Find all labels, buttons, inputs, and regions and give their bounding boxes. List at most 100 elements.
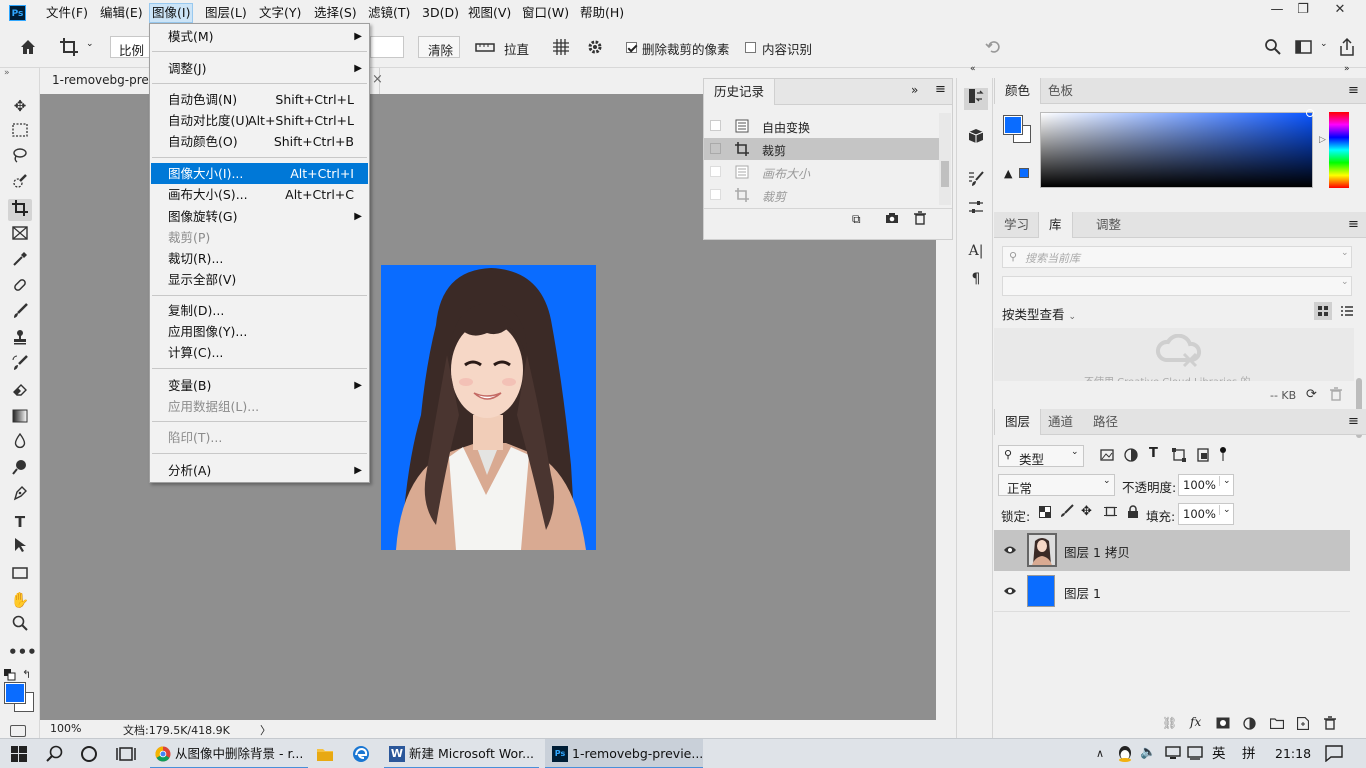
folder-icon[interactable]: [1269, 718, 1285, 732]
blend-mode-select[interactable]: 正常 ⌄: [998, 474, 1115, 496]
reset-icon[interactable]: [985, 38, 1003, 56]
collapse-icon[interactable]: »: [1344, 64, 1350, 74]
frame-tool-icon[interactable]: [8, 225, 32, 247]
taskbar-item-photoshop[interactable]: Ps 1-removebg-previe...: [545, 739, 703, 768]
quick-select-tool-icon[interactable]: [8, 173, 32, 195]
tab-channels[interactable]: 通道: [1038, 409, 1083, 435]
more-tools-icon[interactable]: •••: [8, 641, 37, 663]
menu-type[interactable]: 文字(Y): [257, 4, 303, 22]
layer-name[interactable]: 图层 1: [1064, 583, 1101, 602]
close-button[interactable]: ✕: [1325, 0, 1355, 22]
history-snapshot-checkbox[interactable]: [710, 166, 721, 177]
layer-mask-icon[interactable]: [1216, 717, 1230, 732]
menu-item-auto-color[interactable]: 自动颜色(O) Shift+Ctrl+B: [151, 131, 368, 152]
history-scrollbar[interactable]: [939, 113, 951, 205]
lock-position-icon[interactable]: ✥: [1081, 504, 1092, 519]
type-filter-icon[interactable]: T: [1149, 446, 1158, 461]
stamp-tool-icon[interactable]: [8, 329, 32, 351]
eye-icon[interactable]: [1003, 544, 1017, 558]
blur-tool-icon[interactable]: [8, 432, 32, 455]
taskbar-item-chrome[interactable]: 从图像中删除背景 - r...: [150, 739, 308, 768]
path-select-tool-icon[interactable]: [8, 537, 32, 559]
eyedropper-tool-icon[interactable]: [8, 251, 32, 273]
menu-layer[interactable]: 图层(L): [203, 4, 249, 22]
color-picker-marker[interactable]: [1306, 109, 1314, 117]
ime-mode-indicator[interactable]: 拼: [1242, 739, 1256, 768]
default-colors-icon[interactable]: [4, 669, 16, 681]
menu-3d[interactable]: 3D(D): [420, 4, 461, 22]
menu-item-duplicate[interactable]: 复制(D)...: [151, 300, 368, 321]
camera-icon[interactable]: [885, 212, 899, 227]
character-panel-icon[interactable]: A|: [964, 240, 988, 262]
library-search-input[interactable]: ⚲ 搜索当前库 ⌄: [1002, 246, 1352, 268]
crop-tool-preset-icon[interactable]: [58, 36, 80, 58]
panel-menu-icon[interactable]: ≡: [1348, 217, 1359, 232]
tab-adjustments[interactable]: 调整: [1086, 212, 1131, 238]
panel-menu-icon[interactable]: ≡: [1348, 83, 1359, 98]
swap-colors-icon[interactable]: ↰: [22, 668, 31, 681]
crop-tool-icon[interactable]: [8, 199, 32, 221]
qq-icon[interactable]: [1117, 745, 1133, 766]
library-select[interactable]: ⌄: [1002, 276, 1352, 296]
chevron-up-icon[interactable]: ∧: [1096, 747, 1104, 760]
ratio-dropdown[interactable]: 比例: [110, 36, 150, 58]
eye-icon[interactable]: [1003, 585, 1017, 599]
adjustment-filter-icon[interactable]: [1124, 448, 1138, 465]
delete-cropped-checkbox[interactable]: [626, 42, 637, 53]
pen-tool-icon[interactable]: [8, 485, 32, 507]
collapse-icon[interactable]: «: [970, 64, 976, 74]
trash-icon[interactable]: [1330, 387, 1342, 404]
lock-pixels-icon[interactable]: [1060, 504, 1074, 521]
gear-icon[interactable]: [586, 38, 604, 56]
close-icon[interactable]: ×: [372, 72, 383, 87]
foreground-color-swatch[interactable]: [4, 682, 26, 704]
menu-image[interactable]: 图像(I): [149, 3, 194, 23]
hue-marker-icon[interactable]: ▷: [1319, 135, 1326, 145]
shape-filter-icon[interactable]: [1172, 448, 1186, 465]
history-tab[interactable]: 历史记录: [704, 79, 776, 105]
marquee-tool-icon[interactable]: [8, 121, 32, 143]
filter-toggle[interactable]: [1220, 447, 1226, 461]
color-swatches[interactable]: [1003, 115, 1032, 144]
menu-item-auto-tone[interactable]: 自动色调(N) Shift+Ctrl+L: [151, 89, 368, 110]
history-snapshot-checkbox[interactable]: [710, 120, 721, 131]
menu-window[interactable]: 窗口(W): [520, 4, 571, 22]
edge-icon[interactable]: [352, 745, 370, 766]
warning-icon[interactable]: ▲: [1004, 167, 1012, 180]
rectangle-tool-icon[interactable]: [8, 563, 32, 585]
clock[interactable]: 21:18: [1275, 739, 1311, 768]
home-icon[interactable]: [18, 37, 38, 57]
pixel-filter-icon[interactable]: [1100, 448, 1114, 465]
document-image[interactable]: [381, 265, 596, 550]
history-item[interactable]: 裁剪: [704, 138, 939, 160]
hue-slider[interactable]: [1329, 112, 1349, 188]
fill-input[interactable]: 100% ⌄: [1178, 503, 1234, 525]
menu-item-apply-image[interactable]: 应用图像(Y)...: [151, 321, 368, 342]
trash-icon[interactable]: [914, 211, 926, 228]
cortana-icon[interactable]: [80, 745, 98, 766]
trash-icon[interactable]: [1324, 716, 1336, 733]
menu-filter[interactable]: 滤镜(T): [366, 4, 412, 22]
layer-row[interactable]: 图层 1: [994, 571, 1350, 612]
straighten-label[interactable]: 拉直: [504, 39, 529, 58]
expand-icon[interactable]: »: [911, 83, 918, 97]
menu-item-auto-contrast[interactable]: 自动对比度(U) Alt+Shift+Ctrl+L: [151, 110, 368, 131]
menu-edit[interactable]: 编辑(E): [98, 4, 145, 22]
history-snapshot-checkbox[interactable]: [710, 189, 721, 200]
lock-all-icon[interactable]: [1127, 505, 1139, 521]
search-icon[interactable]: [1264, 38, 1282, 56]
tab-layers[interactable]: 图层: [994, 409, 1042, 435]
collapse-icon[interactable]: »: [4, 68, 10, 78]
menu-view[interactable]: 视图(V): [466, 4, 513, 22]
tab-learn[interactable]: 学习: [994, 212, 1039, 238]
hand-tool-icon[interactable]: ✋: [8, 589, 32, 611]
content-aware-checkbox[interactable]: [745, 42, 756, 53]
action-center-icon[interactable]: [1325, 745, 1343, 765]
list-view-icon[interactable]: [1338, 302, 1356, 320]
grid-view-icon[interactable]: [1314, 302, 1332, 320]
grid-overlay-icon[interactable]: [551, 37, 571, 57]
tab-color[interactable]: 颜色: [994, 78, 1042, 104]
menu-item-adjustments[interactable]: 调整(J) ▶: [151, 58, 368, 79]
file-explorer-icon[interactable]: [316, 746, 334, 765]
color-field[interactable]: [1040, 109, 1314, 188]
